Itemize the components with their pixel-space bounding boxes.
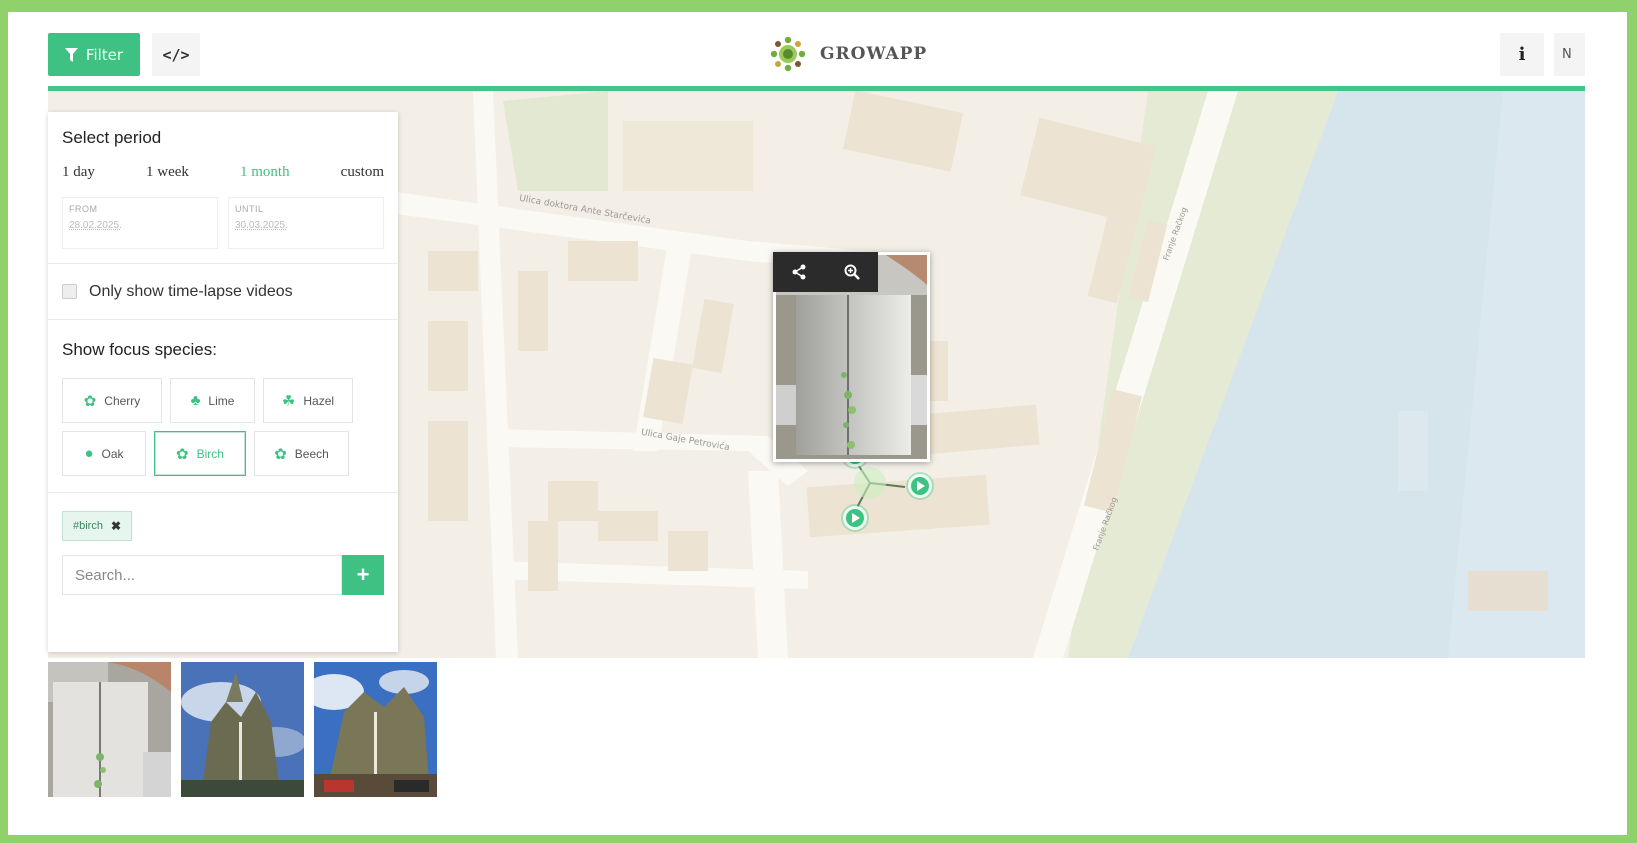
period-title: Select period bbox=[62, 128, 162, 147]
code-icon: </> bbox=[162, 45, 190, 64]
period-custom[interactable]: custom bbox=[341, 164, 384, 181]
zoom-in-icon[interactable] bbox=[835, 255, 869, 289]
language-button[interactable]: N bbox=[1554, 33, 1585, 76]
filter-button[interactable]: Filter bbox=[48, 33, 140, 76]
share-icon[interactable] bbox=[782, 255, 816, 289]
from-label: FROM bbox=[69, 204, 98, 214]
brand: GROWAPP bbox=[768, 34, 927, 74]
species-title: Show focus species: bbox=[62, 340, 217, 359]
photo-thumbnails bbox=[48, 662, 437, 797]
map-attribution bbox=[48, 650, 398, 658]
period-options: 1 day 1 week 1 month custom bbox=[62, 164, 384, 181]
language-label: N bbox=[1562, 47, 1572, 62]
leaf-icon: ✿ bbox=[83, 392, 97, 410]
period-1-day[interactable]: 1 day bbox=[62, 164, 95, 181]
frame-top bbox=[0, 0, 1637, 12]
map-marker-3[interactable] bbox=[843, 506, 867, 530]
add-search-button[interactable]: + bbox=[342, 555, 384, 595]
species-label: Cherry bbox=[104, 393, 141, 408]
embed-code-button[interactable]: </> bbox=[152, 33, 200, 76]
until-date-field[interactable]: UNTIL 30.03.2025. bbox=[228, 197, 384, 249]
date-range: FROM 28.02.2025. UNTIL 30.03.2025. bbox=[62, 197, 384, 249]
filter-button-label: Filter bbox=[85, 45, 124, 64]
species-label: Lime bbox=[208, 393, 235, 408]
active-tags: #birch ✖ bbox=[48, 493, 398, 547]
tag-label: #birch bbox=[73, 520, 103, 532]
info-icon: i bbox=[1518, 44, 1526, 65]
species-button-beech[interactable]: ✿ Beech bbox=[254, 431, 349, 476]
search-input[interactable] bbox=[62, 555, 342, 595]
species-button-cherry[interactable]: ✿ Cherry bbox=[62, 378, 162, 423]
timelapse-checkbox[interactable] bbox=[62, 284, 77, 299]
photo-popup bbox=[773, 252, 930, 462]
species-label: Hazel bbox=[303, 393, 335, 408]
period-section: Select period 1 day 1 week 1 month custo… bbox=[48, 112, 398, 264]
species-label: Birch bbox=[196, 446, 224, 461]
period-1-month[interactable]: 1 month bbox=[240, 164, 290, 181]
until-label: UNTIL bbox=[235, 204, 264, 214]
hazel-leaf-icon: ☘ bbox=[281, 392, 296, 410]
remove-tag-icon[interactable]: ✖ bbox=[111, 519, 121, 533]
beech-leaf-icon: ✿ bbox=[274, 445, 287, 463]
map-marker-2[interactable] bbox=[908, 474, 932, 498]
species-button-hazel[interactable]: ☘ Hazel bbox=[263, 378, 353, 423]
species-label: Oak bbox=[101, 446, 124, 461]
info-button[interactable]: i bbox=[1500, 33, 1544, 76]
period-1-week[interactable]: 1 week bbox=[146, 164, 189, 181]
from-date-field[interactable]: FROM 28.02.2025. bbox=[62, 197, 218, 249]
filter-panel: Select period 1 day 1 week 1 month custo… bbox=[48, 112, 398, 652]
thumbnail-photo-2[interactable] bbox=[181, 662, 304, 797]
timelapse-option[interactable]: Only show time-lapse videos bbox=[48, 264, 398, 320]
species-button-oak[interactable]: ● Oak bbox=[62, 431, 146, 476]
birch-leaf-icon: ✿ bbox=[176, 445, 189, 463]
from-value: 28.02.2025. bbox=[69, 220, 122, 231]
plus-icon: + bbox=[356, 562, 370, 587]
growapp-logo-icon bbox=[770, 36, 806, 72]
species-button-lime[interactable]: ♣ Lime bbox=[170, 378, 255, 423]
thumbnail-photo-3[interactable] bbox=[314, 662, 437, 797]
thumbnail-photo-1[interactable] bbox=[48, 662, 171, 797]
timelapse-label: Only show time-lapse videos bbox=[89, 282, 293, 300]
filter-icon bbox=[64, 47, 78, 62]
search-row: + bbox=[48, 547, 398, 603]
oak-leaf-icon: ● bbox=[84, 445, 94, 462]
species-label: Beech bbox=[294, 446, 329, 461]
lime-leaf-icon: ♣ bbox=[190, 392, 201, 409]
until-value: 30.03.2025. bbox=[235, 220, 288, 231]
species-button-birch[interactable]: ✿ Birch bbox=[154, 431, 246, 476]
brand-name: GROWAPP bbox=[820, 44, 928, 64]
species-section: Show focus species: ✿ Cherry ♣ Lime ☘ Ha… bbox=[48, 320, 398, 493]
species-grid: ✿ Cherry ♣ Lime ☘ Hazel ● Oak ✿ Birch ✿ … bbox=[62, 378, 384, 476]
tag-birch[interactable]: #birch ✖ bbox=[62, 511, 133, 541]
popup-toolbar bbox=[773, 252, 878, 292]
